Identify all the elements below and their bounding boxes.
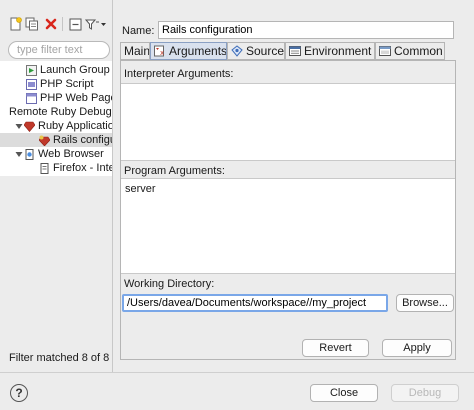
interpreter-args-field[interactable] <box>121 83 455 161</box>
tree-item-label: Remote Ruby Debug <box>9 106 112 118</box>
program-args-label: Program Arguments: <box>124 165 225 177</box>
tree-item-php-script[interactable]: PHP Script <box>26 77 94 91</box>
close-button[interactable]: Close <box>310 384 378 402</box>
web-browser-icon <box>24 148 35 160</box>
program-args-field[interactable]: server <box>121 178 455 274</box>
filter-menu-icon[interactable] <box>85 17 107 31</box>
revert-button[interactable]: Revert <box>302 339 369 357</box>
tree-item-label: PHP Web Page <box>40 92 113 104</box>
launch-config-tree: Launch Group PHP Script PHP Web Page Rem… <box>0 61 113 176</box>
svg-text:x: x <box>160 49 164 57</box>
working-dir-field[interactable] <box>122 294 388 312</box>
arguments-icon: x <box>154 45 166 57</box>
ruby-config-icon <box>38 135 51 146</box>
dialog-button-bar: ? Close Debug <box>0 372 474 410</box>
arguments-tab-panel: Interpreter Arguments: Program Arguments… <box>120 60 456 360</box>
tab-environment[interactable]: Environment <box>285 42 375 60</box>
tree-item-label: Firefox - Internal <box>53 162 113 174</box>
duplicate-config-icon[interactable] <box>25 17 39 31</box>
tree-item-label: Rails configuration <box>53 134 112 146</box>
php-script-icon <box>26 78 37 90</box>
tree-item-ruby-application[interactable]: Ruby Application <box>14 119 113 133</box>
new-config-icon[interactable] <box>8 17 22 31</box>
delete-config-icon[interactable] <box>44 17 58 31</box>
tab-label: Main <box>124 44 150 58</box>
tree-item-rails-configuration[interactable]: Rails configuration <box>0 133 112 147</box>
toolbar-divider <box>62 17 63 31</box>
tab-source[interactable]: Source <box>227 42 285 60</box>
source-icon <box>231 45 243 57</box>
filter-status: Filter matched 8 of 8 items <box>9 352 112 364</box>
config-editor: Name: Main x Arguments Source <box>114 16 462 372</box>
help-icon[interactable]: ? <box>10 384 28 402</box>
name-field[interactable] <box>158 21 454 39</box>
firefox-config-icon <box>39 162 50 174</box>
collapse-all-icon[interactable] <box>68 17 82 31</box>
browse-button[interactable]: Browse... <box>396 294 454 312</box>
tree-item-remote-ruby-debug[interactable]: Remote Ruby Debug <box>9 105 112 119</box>
name-label: Name: <box>122 25 155 37</box>
config-tabbar: Main x Arguments Source Environment Comm… <box>120 42 460 60</box>
tab-label: Common <box>394 44 443 58</box>
tree-item-label: Launch Group <box>40 64 110 76</box>
debug-button[interactable]: Debug <box>391 384 459 402</box>
interpreter-args-label: Interpreter Arguments: <box>124 68 234 80</box>
ruby-application-icon <box>23 121 36 132</box>
working-dir-label: Working Directory: <box>124 278 215 290</box>
tab-label: Source <box>246 44 285 58</box>
php-web-page-icon <box>26 92 37 104</box>
tree-item-firefox-internal[interactable]: Firefox - Internal <box>39 161 113 175</box>
tree-item-launch-group[interactable]: Launch Group <box>26 63 110 77</box>
tree-item-web-browser[interactable]: Web Browser <box>14 147 104 161</box>
tab-label: Environment <box>304 44 372 58</box>
tab-main[interactable]: Main <box>120 42 150 60</box>
environment-icon <box>289 45 301 57</box>
tab-label: Arguments <box>169 44 227 58</box>
tab-arguments[interactable]: x Arguments <box>150 42 227 60</box>
expanded-chevron-icon[interactable] <box>14 121 24 131</box>
common-icon <box>379 45 391 57</box>
tree-item-label: PHP Script <box>40 78 94 90</box>
launch-config-sidebar: Launch Group PHP Script PHP Web Page <box>0 0 113 372</box>
tree-item-label: Ruby Application <box>38 120 113 132</box>
launch-group-icon <box>26 64 37 76</box>
filter-input[interactable] <box>8 41 110 59</box>
apply-button[interactable]: Apply <box>382 339 452 357</box>
tree-item-label: Web Browser <box>38 148 104 160</box>
expanded-chevron-icon[interactable] <box>14 149 24 159</box>
tab-common[interactable]: Common <box>375 42 445 60</box>
tree-item-php-web-page[interactable]: PHP Web Page <box>26 91 113 105</box>
